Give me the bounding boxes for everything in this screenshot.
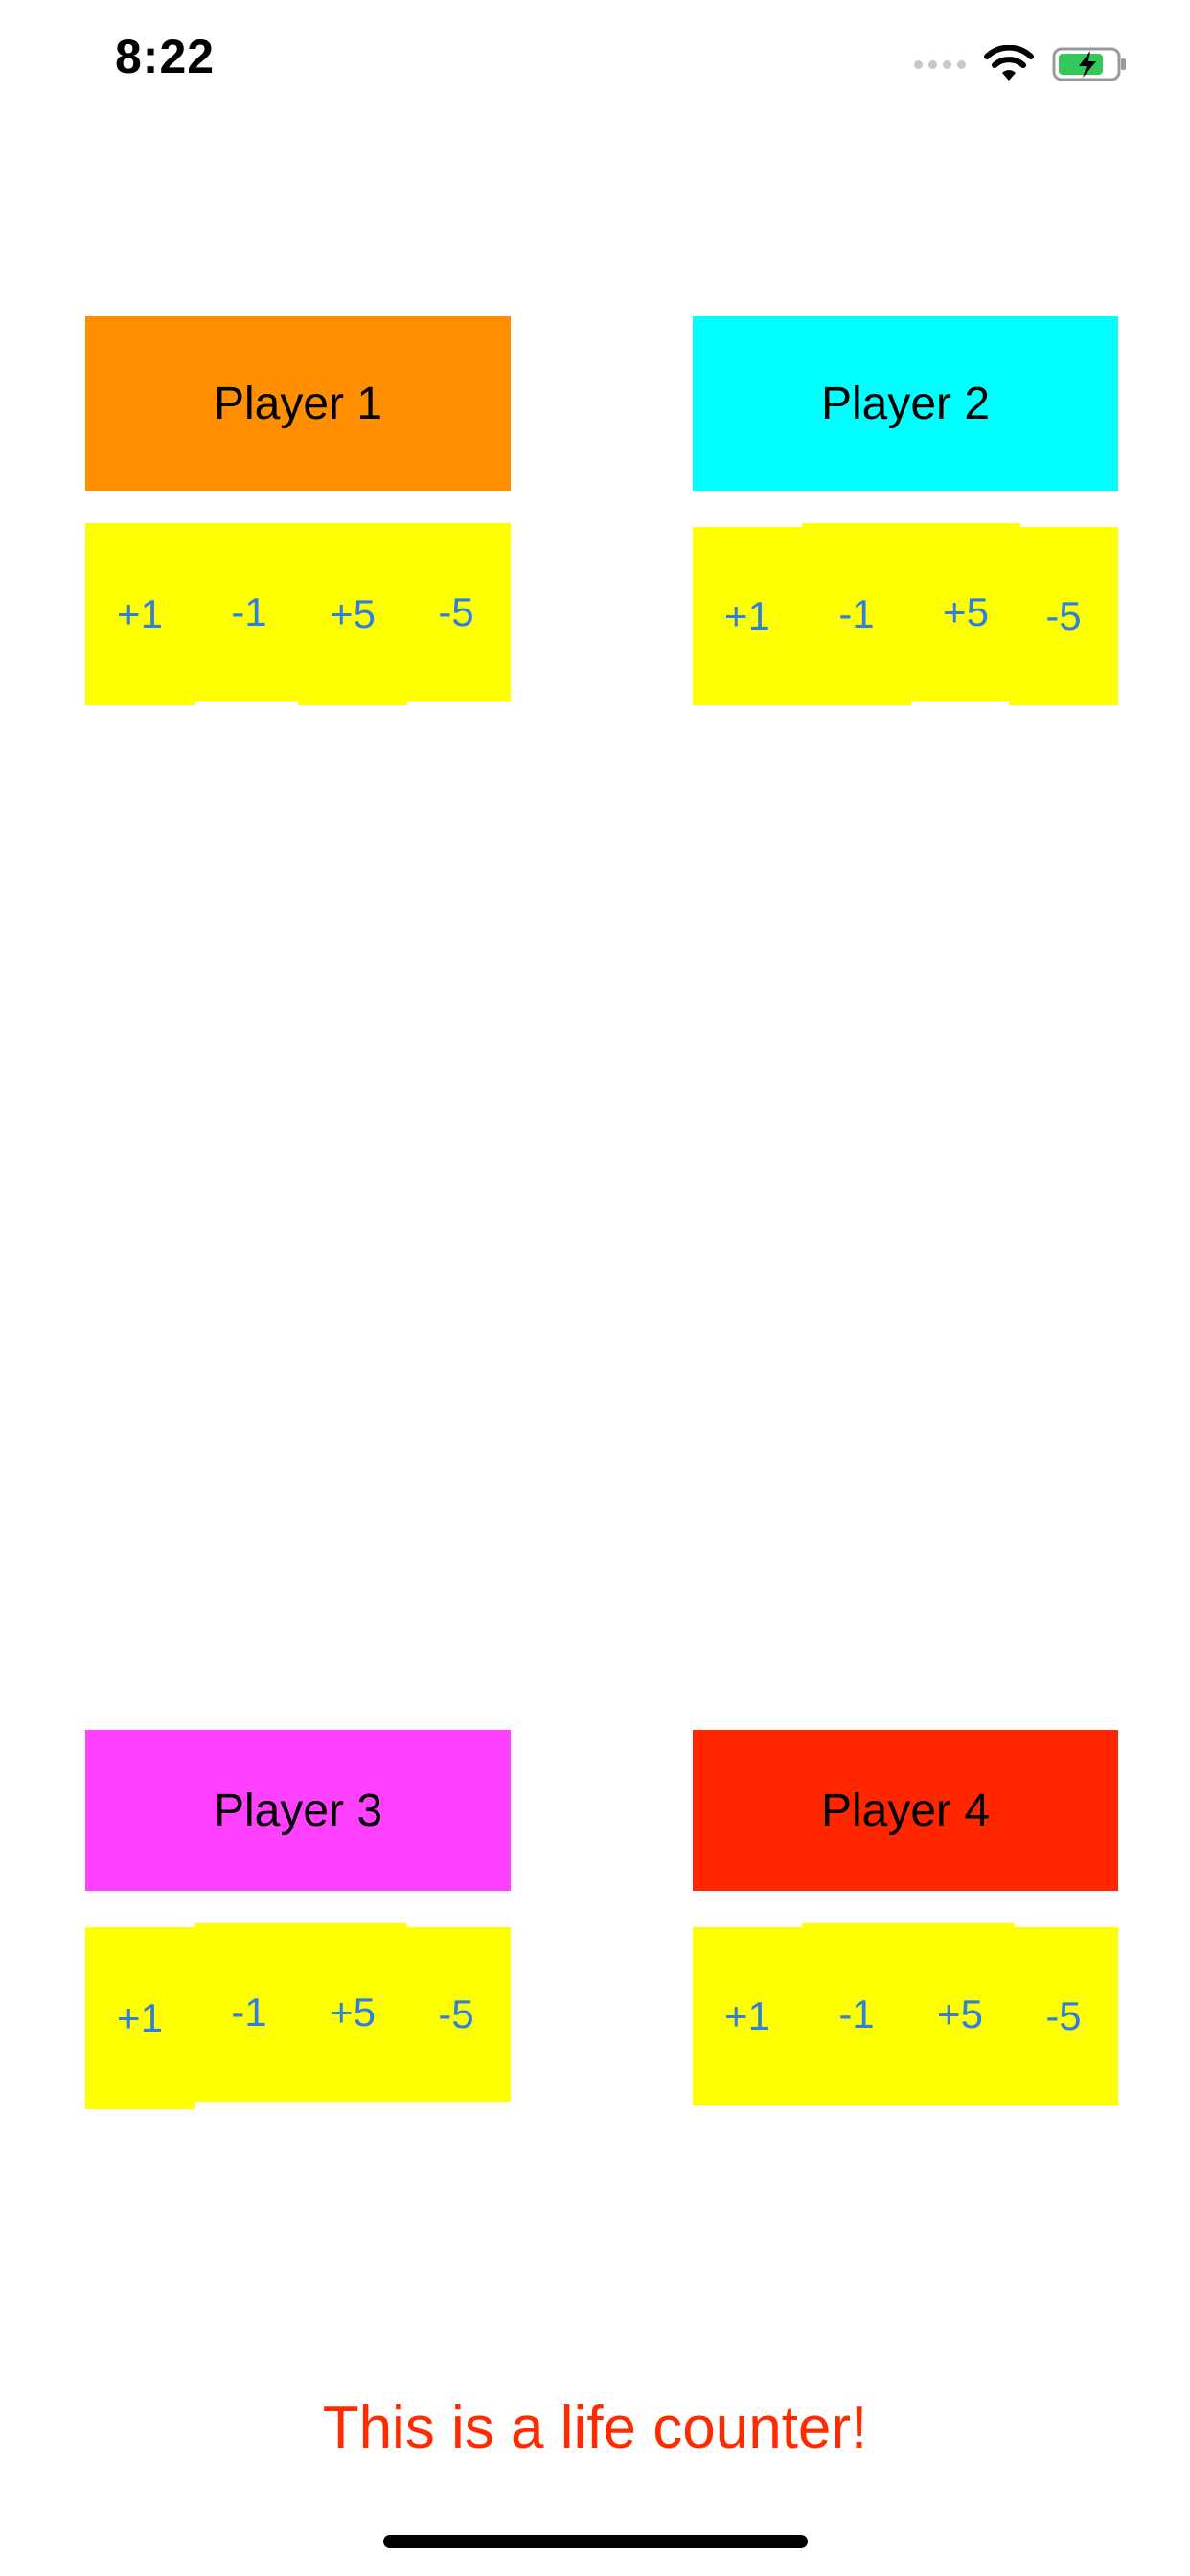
player-4-name: Player 4 [693, 1730, 1118, 1891]
player-1-card: Player 1 +1 -1 +5 -5 [85, 316, 511, 707]
status-time: 8:22 [115, 30, 216, 83]
player-1-controls: +1 -1 +5 -5 [85, 523, 511, 707]
player-4-card: Player 4 +1 -1 +5 -5 [693, 1730, 1118, 2107]
player-3-minus-5-button[interactable]: -5 [401, 1927, 511, 2102]
player-2-name: Player 2 [693, 316, 1118, 491]
player-4-plus-1-button[interactable]: +1 [693, 1927, 802, 2105]
player-2-controls: +1 -1 +5 -5 [693, 523, 1118, 707]
player-1-name: Player 1 [85, 316, 511, 491]
player-3-plus-1-button[interactable]: +1 [85, 1927, 195, 2109]
wifi-icon [984, 45, 1034, 80]
player-2-minus-5-button[interactable]: -5 [1009, 527, 1118, 705]
footer-title: This is a life counter! [322, 2395, 868, 2461]
battery-charging-icon [1052, 47, 1126, 81]
player-2-minus-1-button[interactable]: -1 [802, 523, 911, 705]
player-3-card: Player 3 +1 -1 +5 -5 [85, 1730, 511, 2109]
player-2-plus-5-button[interactable]: +5 [911, 523, 1020, 702]
player-3-minus-1-button[interactable]: -1 [195, 1923, 304, 2102]
status-icons [914, 42, 1129, 86]
player-4-minus-5-button[interactable]: -5 [1009, 1927, 1118, 2105]
player-1-plus-1-button[interactable]: +1 [85, 523, 195, 705]
player-4-minus-1-button[interactable]: -1 [802, 1923, 911, 2105]
home-indicator[interactable] [383, 2535, 808, 2548]
player-1-plus-5-button[interactable]: +5 [298, 523, 407, 705]
player-2-card: Player 2 +1 -1 +5 -5 [693, 316, 1118, 707]
player-2-plus-1-button[interactable]: +1 [693, 527, 802, 705]
signal-dots-icon [914, 59, 966, 69]
player-1-minus-5-button[interactable]: -5 [401, 523, 511, 702]
player-1-minus-1-button[interactable]: -1 [195, 523, 304, 702]
player-3-plus-5-button[interactable]: +5 [298, 1923, 407, 2102]
player-3-name: Player 3 [85, 1730, 511, 1891]
player-3-controls: +1 -1 +5 -5 [85, 1923, 511, 2109]
player-4-plus-5-button[interactable]: +5 [905, 1923, 1015, 2105]
player-4-controls: +1 -1 +5 -5 [693, 1923, 1118, 2107]
